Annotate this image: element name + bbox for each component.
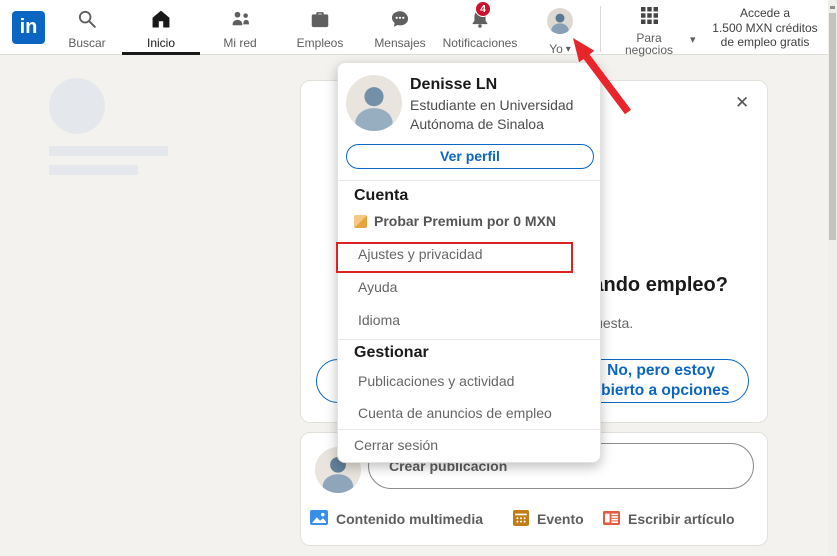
try-premium-label: Probar Premium por 0 MXN <box>374 213 556 229</box>
annotation-arrow <box>538 18 658 128</box>
calendar-icon <box>513 510 529 529</box>
nav-search-label: Buscar <box>68 38 105 49</box>
nav-messages[interactable]: Mensajes <box>360 0 440 55</box>
top-navbar: in Buscar Inicio Mi red <box>0 0 837 55</box>
nav-jobs-label: Empleos <box>297 38 344 49</box>
skeleton-text-line <box>49 165 138 175</box>
avatar[interactable] <box>346 75 402 136</box>
promo-line: Accede a <box>702 6 828 21</box>
nav-my-network[interactable]: Mi red <box>200 0 280 55</box>
nav-home[interactable]: Inicio <box>121 0 201 55</box>
profile-name: Denisse LN <box>410 76 497 94</box>
skeleton-avatar <box>49 78 105 134</box>
search-icon <box>76 8 98 35</box>
media-label: Contenido multimedia <box>336 511 483 527</box>
sign-out-item[interactable]: Cerrar sesión <box>354 437 438 453</box>
promo-line: 1.500 MXN créditos <box>702 21 828 36</box>
article-icon <box>603 511 620 528</box>
chevron-down-icon: ▾ <box>690 33 696 46</box>
annotation-highlight-box <box>336 242 573 273</box>
nav-notifications[interactable]: 4 Notificaciones <box>441 0 519 55</box>
chat-icon <box>389 8 411 35</box>
job-ads-account-item[interactable]: Cuenta de anuncios de empleo <box>358 405 552 421</box>
close-icon[interactable]: ✕ <box>735 93 749 113</box>
nav-search[interactable]: Buscar <box>47 0 127 55</box>
help-item[interactable]: Ayuda <box>358 279 397 295</box>
manage-section-title: Gestionar <box>354 344 429 362</box>
active-tab-underline <box>122 52 200 55</box>
linkedin-logo[interactable]: in <box>12 11 45 44</box>
menu-divider <box>338 339 600 340</box>
posts-activity-item[interactable]: Publicaciones y actividad <box>358 373 514 389</box>
jobs-credit-promo-link[interactable]: Accede a 1.500 MXN créditos de empleo gr… <box>702 6 828 50</box>
nav-jobs[interactable]: Empleos <box>280 0 360 55</box>
scrollbar <box>828 0 837 556</box>
menu-divider <box>338 180 600 181</box>
skeleton-text-line <box>49 146 168 156</box>
article-label: Escribir artículo <box>628 511 735 527</box>
premium-icon <box>354 215 367 228</box>
event-label: Evento <box>537 511 584 527</box>
account-section-title: Cuenta <box>354 187 408 205</box>
media-icon <box>310 510 328 528</box>
nav-network-label: Mi red <box>223 38 256 49</box>
nav-home-label: Inicio <box>147 38 175 49</box>
try-premium-item[interactable]: Probar Premium por 0 MXN <box>354 213 556 229</box>
menu-divider <box>338 429 600 430</box>
scrollbar-up-arrow[interactable] <box>830 6 835 9</box>
view-profile-button[interactable]: Ver perfil <box>346 144 594 169</box>
language-item[interactable]: Idioma <box>358 312 400 328</box>
nav-notifications-label: Notificaciones <box>441 38 519 49</box>
event-button[interactable]: Evento <box>513 505 584 533</box>
scrollbar-thumb[interactable] <box>829 13 836 240</box>
briefcase-icon <box>309 8 331 35</box>
network-icon <box>229 8 252 35</box>
nav-messages-label: Mensajes <box>374 38 425 49</box>
notification-badge: 4 <box>475 1 491 17</box>
promo-line: de empleo gratis <box>702 35 828 50</box>
media-button[interactable]: Contenido multimedia <box>310 505 483 533</box>
write-article-button[interactable]: Escribir artículo <box>603 505 735 533</box>
home-icon <box>150 8 172 35</box>
